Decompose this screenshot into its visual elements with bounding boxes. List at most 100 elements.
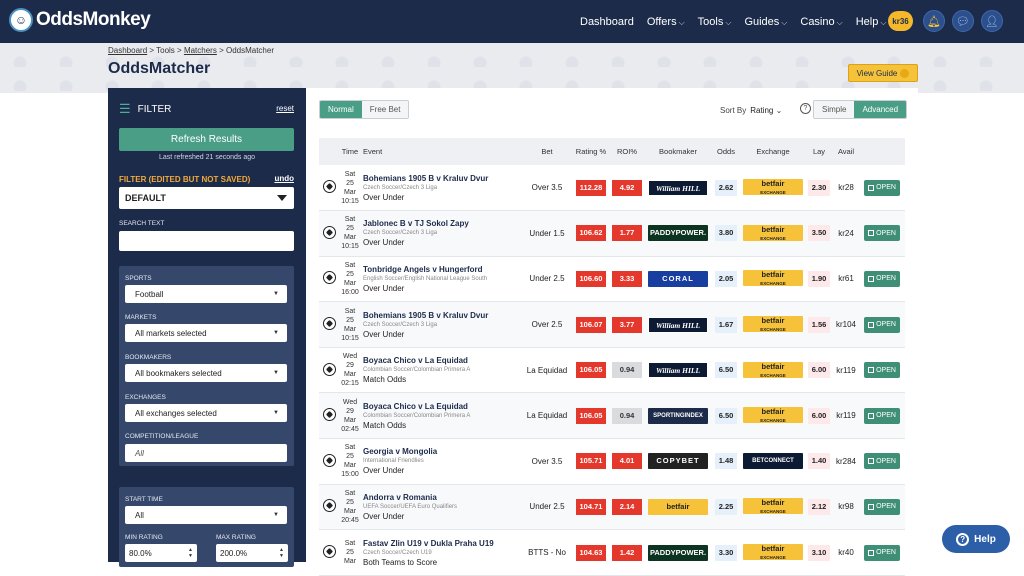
exchange-logo[interactable]: betfair EXCHANGE [743,544,803,561]
open-button[interactable]: OPEN [864,316,900,333]
stepper-arrows-icon[interactable]: ▲ ▼ [188,547,193,559]
event-name[interactable]: Fastav Zlin U19 v Dukla Praha U19 [363,539,519,548]
event-name[interactable]: Bohemians 1905 B v Kraluv Dvur [363,174,519,183]
exchange-logo[interactable]: betfair EXCHANGE [743,361,803,378]
exchanges-select[interactable]: All exchanges selected ▼ [125,404,287,422]
col-rating[interactable]: Rating % [573,138,609,165]
reset-link[interactable]: reset [276,104,294,113]
stepper-arrows-icon[interactable]: ▲ ▼ [279,547,284,559]
open-button[interactable]: OPEN [864,453,900,470]
lay-cell: 1.90 [805,256,833,302]
event-name[interactable]: Boyaca Chico v La Equidad [363,402,519,411]
col-exchange[interactable]: Exchange [741,138,805,165]
nav-tools[interactable]: Tools ⌵ [698,16,732,28]
saved-filter-select[interactable]: DEFAULT [119,187,294,209]
event-competition: Czech Soccer/Czech 3 Liga [363,184,438,191]
sport-cell [319,211,339,257]
exchange-logo[interactable]: BETCONNECT [743,453,803,470]
exchange-logo[interactable]: betfair EXCHANGE [743,270,803,287]
markets-select[interactable]: All markets selected ▼ [125,324,287,342]
open-button[interactable]: OPEN [864,498,900,515]
open-button[interactable]: OPEN [864,179,900,196]
start-time-select[interactable]: All ▼ [125,506,287,524]
chat-icon[interactable]: 💬︎ [952,10,974,32]
col-lay[interactable]: Lay [805,138,833,165]
nav-guides[interactable]: Guides ⌵ [744,16,787,28]
event-name[interactable]: Georgia v Mongolia [363,447,519,456]
rating-cell: 106.60 [573,256,609,302]
col-roi[interactable]: ROI% [609,138,645,165]
event-name[interactable]: Andorra v Romania [363,493,519,502]
nav-dashboard[interactable]: Dashboard [580,16,634,28]
logo[interactable]: ☺ OddsMonkey [9,8,151,32]
caret-down-icon: ▼ [273,291,279,297]
nav-help[interactable]: Help ⌵ [856,16,887,28]
open-button[interactable]: OPEN [864,270,900,287]
calculator-icon [868,367,875,374]
exchange-logo[interactable]: betfair EXCHANGE [743,498,803,515]
exchange-logo[interactable]: betfair EXCHANGE [743,407,803,424]
col-event[interactable]: Event [361,138,521,165]
breadcrumb: Dashboard > Tools > Matchers > OddsMatch… [108,46,274,55]
exchange-logo[interactable]: betfair EXCHANGE [743,224,803,241]
bookmaker-logo[interactable]: betfair [648,498,708,515]
event-name[interactable]: Tonbridge Angels v Hungerford [363,265,519,274]
tab-free-bet[interactable]: Free Bet [361,101,409,118]
top-navigation: ☺ OddsMonkey Dashboard Offers ⌵ Tools ⌵ Gu… [0,0,1024,43]
calculator-icon [868,503,875,510]
tab-simple[interactable]: Simple [814,101,855,118]
event-name[interactable]: Boyaca Chico v La Equidad [363,356,519,365]
col-time[interactable]: Time [339,138,361,165]
bell-icon[interactable]: 🔔︎ [923,10,945,32]
event-competition: Colombian Soccer/Colombian Primera A [363,412,471,419]
breadcrumb-dashboard[interactable]: Dashboard [108,46,147,55]
lay-value: 6.00 [808,407,830,424]
refresh-results-button[interactable]: Refresh Results [119,128,294,151]
col-bookmaker[interactable]: Bookmaker [645,138,711,165]
user-balance-badge[interactable]: kr36 [888,11,913,31]
col-odds[interactable]: Odds [711,138,741,165]
event-name[interactable]: Jablonec B v TJ Sokol Zapy [363,219,519,228]
col-bet[interactable]: Bet [521,138,573,165]
undo-link[interactable]: undo [274,174,294,183]
bookmakers-value: All bookmakers selected [135,368,222,378]
bookmaker-logo[interactable]: CORAL [648,270,708,287]
nav-casino[interactable]: Casino ⌵ [800,16,842,28]
exchange-logo[interactable]: betfair EXCHANGE [743,316,803,333]
bookmaker-logo[interactable]: COPYBET [648,453,708,470]
user-account-icon[interactable]: 👤︎ [981,10,1003,32]
competition-input[interactable]: All [125,444,287,462]
tab-normal[interactable]: Normal [320,101,362,118]
chevron-down-icon: ⌵ [880,17,887,27]
max-rating-stepper[interactable]: 200.0% ▲ ▼ [216,544,288,562]
bookmaker-logo[interactable]: PADDYPOWER. [648,225,708,242]
time-part: 29 [346,362,354,370]
nav-offers[interactable]: Offers ⌵ [647,16,685,28]
bookmaker-logo[interactable]: William HILL [648,179,708,196]
sort-by-control[interactable]: Sort By Rating ⌄ [720,106,782,115]
col-avail[interactable]: Avail [833,138,859,165]
min-rating-stepper[interactable]: 80.0% ▲ ▼ [125,544,197,562]
breadcrumb-matchers[interactable]: Matchers [184,46,217,55]
event-name[interactable]: Bohemians 1905 B v Kraluv Dvur [363,311,519,320]
open-button[interactable]: OPEN [864,362,900,379]
sports-select[interactable]: Football ▼ [125,285,287,303]
bookmaker-logo[interactable]: William HILL [648,316,708,333]
bookmakers-select[interactable]: All bookmakers selected ▼ [125,364,287,382]
bookmaker-logo[interactable]: PADDYPOWER. [648,544,708,561]
open-button[interactable]: OPEN [864,544,900,561]
bookmaker-logo[interactable]: SPORTINGINDEX [648,407,708,424]
open-button[interactable]: OPEN [864,407,900,424]
open-button[interactable]: OPEN [864,225,900,242]
help-chat-button[interactable]: ? Help [942,525,1010,553]
event-market: Match Odds [363,375,407,385]
time-part: Sat [344,261,356,269]
help-question-icon[interactable]: ? [800,103,811,114]
bookmaker-logo[interactable]: William HILL [648,362,708,379]
breadcrumb-sep: > [174,46,184,55]
tab-advanced[interactable]: Advanced [854,101,907,118]
exchange-name: betfair [761,179,785,189]
search-text-input[interactable] [119,231,294,251]
view-guide-button[interactable]: View Guide [848,64,918,82]
exchange-logo[interactable]: betfair EXCHANGE [743,179,803,196]
